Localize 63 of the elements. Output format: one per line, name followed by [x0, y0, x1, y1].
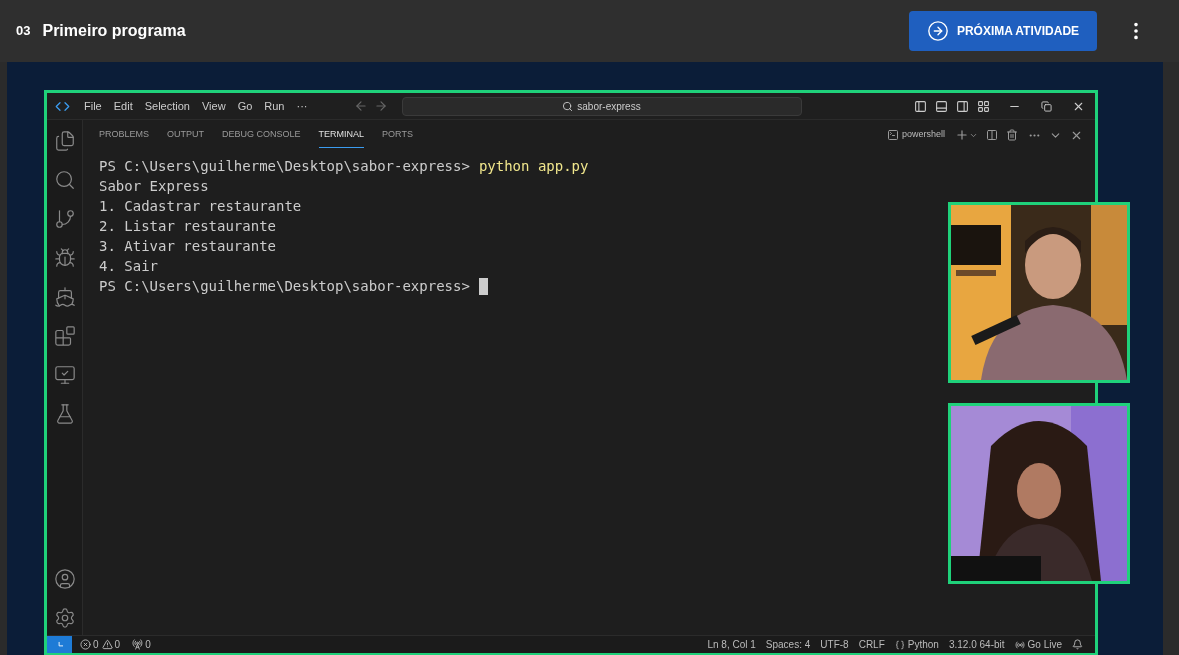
- menu-item[interactable]: Selection: [138, 97, 196, 115]
- bell-icon[interactable]: [1072, 639, 1083, 650]
- braces-icon[interactable]: [894, 639, 905, 650]
- panel-bottom-icon[interactable]: [935, 99, 948, 113]
- status-item[interactable]: CRLF: [858, 637, 885, 652]
- terminal-output: Sabor Express: [99, 177, 210, 196]
- menu-item[interactable]: View: [195, 97, 232, 115]
- terminal-output: 2. Listar restaurante: [99, 217, 277, 236]
- files-icon[interactable]: [53, 130, 76, 152]
- menu-item[interactable]: Edit: [107, 97, 139, 115]
- status-item[interactable]: Python: [907, 637, 939, 652]
- menu-item[interactable]: Go: [231, 97, 259, 115]
- bug-icon[interactable]: [53, 247, 76, 269]
- status-item[interactable]: Spaces: 4: [765, 637, 811, 652]
- status-item[interactable]: 3.12.0 64-bit: [948, 637, 1005, 652]
- terminal-output: 3. Ativar restaurante: [99, 237, 277, 256]
- forward-icon[interactable]: [373, 99, 388, 113]
- panel-left-icon[interactable]: [914, 99, 927, 113]
- panel-tab[interactable]: DEBUG CONSOLE: [222, 122, 301, 148]
- panel-tab[interactable]: OUTPUT: [167, 122, 204, 148]
- panel-right-icon[interactable]: [956, 99, 969, 113]
- menu-item[interactable]: File: [78, 97, 108, 115]
- panel-tab[interactable]: TERMINAL: [318, 121, 365, 149]
- terminal-output: 1. Cadastrar restaurante: [99, 197, 303, 216]
- terminal-output: 4. Sair: [99, 257, 159, 276]
- broadcast-icon[interactable]: [1014, 639, 1025, 650]
- error-icon[interactable]: [80, 639, 91, 650]
- more-menu[interactable]: ···: [290, 97, 314, 115]
- search-icon[interactable]: [53, 169, 76, 191]
- ship-icon[interactable]: [53, 286, 76, 308]
- settings-icon[interactable]: [53, 607, 76, 629]
- branch-icon[interactable]: [53, 208, 76, 230]
- blocks-icon[interactable]: [53, 325, 76, 347]
- layout-icon[interactable]: [977, 99, 990, 113]
- panel-tab[interactable]: PORTS: [382, 122, 413, 148]
- add-icon[interactable]: [955, 128, 969, 142]
- next-activity-button[interactable]: PRÓXIMA ATIVIDADE: [909, 11, 1097, 51]
- antenna-icon[interactable]: [132, 639, 144, 650]
- trash-icon[interactable]: [1006, 129, 1018, 141]
- error-count[interactable]: 0: [93, 637, 99, 652]
- status-item[interactable]: Go Live: [1027, 637, 1062, 652]
- lesson-number: 03: [16, 22, 31, 41]
- port-count[interactable]: 0: [145, 637, 151, 652]
- restore-icon[interactable]: [1041, 100, 1052, 112]
- terminal-prompt: PS C:\Users\guilherme\Desktop\sabor-express>: [99, 157, 470, 176]
- terminal-command: python app.py: [478, 157, 589, 176]
- account-icon[interactable]: [53, 568, 76, 590]
- terminal-name[interactable]: powershell: [901, 128, 945, 142]
- panel-tab[interactable]: PROBLEMS: [99, 122, 149, 148]
- lesson-title: Primeiro programa: [42, 21, 186, 41]
- status-item[interactable]: Ln 8, Col 1: [707, 637, 756, 652]
- back-icon[interactable]: [353, 99, 368, 113]
- search-icon: [562, 100, 574, 112]
- search-text: sabor-express: [577, 99, 641, 114]
- warning-icon[interactable]: [101, 639, 113, 650]
- warning-count[interactable]: 0: [114, 637, 121, 652]
- terminal-prompt: PS C:\Users\guilherme\Desktop\sabor-express>: [99, 277, 470, 296]
- monitor-icon[interactable]: [53, 364, 76, 386]
- status-item[interactable]: UTF-8: [820, 637, 849, 652]
- search-field[interactable]: sabor-express: [401, 96, 802, 116]
- split-icon[interactable]: [986, 129, 998, 141]
- menu-item[interactable]: Run: [258, 97, 291, 115]
- terminal-icon: [886, 129, 899, 141]
